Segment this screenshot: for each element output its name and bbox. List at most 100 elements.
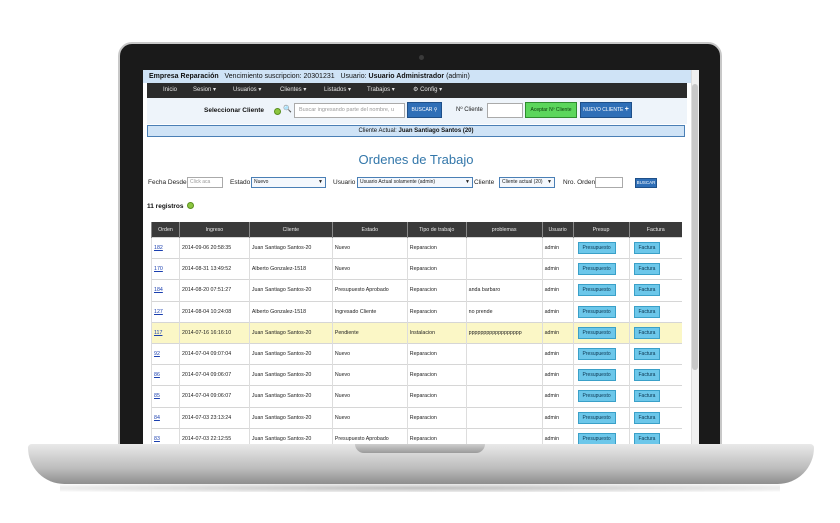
budget-button[interactable]: Presupuesto [577, 242, 616, 255]
invoice-button[interactable]: Factura [633, 284, 661, 297]
order-number-input[interactable] [595, 177, 623, 188]
cell-ingreso-text: 2014-07-03 22:12:55 [181, 435, 232, 442]
column-header[interactable]: Ingreso [178, 222, 250, 238]
budget-button[interactable]: Presupuesto [577, 263, 616, 276]
cell-usuario: admin [541, 236, 574, 259]
date-from-input[interactable]: Click aca [187, 177, 223, 188]
cell-estado-text: Ingresado Cliente [334, 308, 377, 315]
cell-orden: 84 [151, 406, 180, 429]
table-row: 127 2014-08-04 10:24:08 Alberto Gonzalez-1… [151, 300, 682, 323]
order-link[interactable]: 83 [154, 436, 160, 442]
order-link[interactable]: 86 [154, 372, 160, 378]
invoice-button[interactable]: Factura [633, 369, 661, 382]
user-role: (admin) [446, 73, 470, 80]
budget-button[interactable]: Presupuesto [577, 305, 616, 318]
date-from-label: Fecha Desde [148, 179, 187, 186]
column-header[interactable]: Factura [628, 222, 682, 238]
nav-item-inicio[interactable]: Inicio [163, 83, 177, 98]
filters-row: Fecha Desde Click aca Estado Nuevo ▼ Usua… [147, 175, 687, 191]
cell-factura: Factura [628, 300, 682, 323]
order-link[interactable]: 85 [154, 393, 160, 399]
column-header[interactable]: Cliente [248, 222, 333, 238]
budget-button[interactable]: Presupuesto [577, 432, 616, 444]
order-link[interactable]: 127 [154, 309, 163, 315]
cell-estado: Nuevo [331, 385, 408, 407]
invoice-button[interactable]: Factura [633, 390, 661, 403]
budget-button[interactable]: Presupuesto [577, 390, 616, 403]
cell-orden: 83 [151, 427, 180, 444]
order-link[interactable]: 84 [154, 415, 160, 421]
cell-estado: Presupuesto Aprobado [331, 427, 408, 444]
invoice-button[interactable]: Factura [633, 242, 661, 255]
cell-presup: Presupuesto [572, 385, 629, 407]
current-client-bar: Cliente Actual: Juan Santiago Santos (20… [147, 125, 685, 137]
invoice-button[interactable]: Factura [633, 263, 661, 276]
budget-button[interactable]: Presupuesto [577, 326, 616, 339]
cell-ingreso: 2014-08-31 13:49:52 [178, 258, 250, 280]
cell-usuario-text: admin [544, 351, 560, 358]
invoice-button[interactable]: Factura [633, 411, 661, 424]
scrollbar-thumb[interactable] [692, 84, 698, 370]
filter-search-button[interactable]: BUSCAR [635, 178, 657, 188]
cell-presup: Presupuesto [572, 342, 629, 365]
cell-ingreso-text: 2014-07-04 09:06:07 [181, 372, 232, 379]
nav-item-usuarios[interactable]: Usuarios ▾ [233, 83, 261, 98]
column-header[interactable]: Tipo de trabajo [406, 222, 467, 238]
user-name: Usuario Administrador [368, 73, 445, 80]
top-info-bar: Empresa Reparación Vencimiento suscripci… [143, 70, 699, 83]
nav-item-trabajos[interactable]: Trabajos ▾ [367, 83, 395, 98]
cell-ingreso: 2014-08-04 10:24:08 [178, 300, 250, 323]
order-link[interactable]: 184 [154, 287, 163, 293]
cell-tipo: Reparacion [406, 300, 467, 323]
cell-problemas-text: anda barbaro [468, 287, 501, 294]
main-navbar: Inicio Sesion ▾ Usuarios ▾ Clientes ▾ Li… [147, 83, 687, 98]
budget-button[interactable]: Presupuesto [577, 284, 616, 297]
user-label: Usuario: [340, 73, 367, 80]
table-row: 85 2014-07-04 09:06:07 Juan Santiago Santo… [151, 385, 682, 407]
cell-tipo: Reparacion [406, 342, 467, 365]
client-search-input[interactable]: Buscar ingresando parte del nombre, u [294, 103, 405, 118]
budget-button[interactable]: Presupuesto [577, 411, 616, 424]
nav-item-sesion[interactable]: Sesion ▾ [193, 83, 216, 98]
column-header[interactable]: Usuario [541, 222, 574, 238]
budget-button[interactable]: Presupuesto [577, 369, 616, 382]
order-link[interactable]: 170 [154, 266, 163, 272]
budget-button[interactable]: Presupuesto [577, 348, 616, 361]
cell-presup: Presupuesto [572, 258, 629, 280]
status-select[interactable]: Nuevo ▼ [251, 177, 326, 188]
search-button[interactable]: BUSCAR ⚲ [407, 102, 442, 118]
cell-factura: Factura [628, 279, 682, 302]
column-header[interactable]: Orden [151, 222, 180, 238]
cell-usuario-text: admin [544, 414, 560, 421]
column-header[interactable]: Presup [572, 222, 629, 238]
column-header[interactable]: Estado [331, 222, 408, 238]
cell-orden: 92 [151, 342, 180, 365]
invoice-button[interactable]: Factura [633, 348, 661, 361]
nav-item-clientes[interactable]: Clientes ▾ [280, 83, 306, 98]
client-filter-select[interactable]: Cliente actual (20) ▼ [499, 177, 555, 188]
cell-tipo-text: Instalacion [409, 329, 436, 336]
column-header[interactable]: problemas [465, 222, 543, 238]
nav-item-config[interactable]: ⚙ Config ▾ [413, 83, 442, 98]
chevron-down-icon: ▼ [465, 179, 470, 185]
invoice-button[interactable]: Factura [633, 326, 661, 339]
search-icon: ⚲ [433, 107, 438, 113]
invoice-button[interactable]: Factura [633, 305, 661, 318]
cell-factura: Factura [628, 236, 682, 259]
new-client-button[interactable]: NUEVO CLIENTE + [580, 102, 632, 118]
accept-client-number-button[interactable]: Aceptar Nº Cliente [525, 102, 577, 118]
invoice-button[interactable]: Factura [633, 432, 661, 444]
order-link[interactable]: 117 [154, 330, 162, 336]
cell-problemas [465, 364, 543, 386]
user-filter-select[interactable]: Usuario Actual solamente (admin) ▼ [357, 177, 473, 188]
cell-cliente-text: Alberto Gonzalez-1518 [251, 308, 307, 315]
nav-item-listados[interactable]: Listados ▾ [324, 83, 351, 98]
client-number-input[interactable] [487, 103, 523, 118]
table-row: 84 2014-07-03 23:13:24 Juan Santiago Santo… [151, 406, 682, 429]
cell-problemas: no prende [465, 300, 543, 323]
cell-ingreso: 2014-07-16 16:16:10 [178, 321, 250, 344]
order-link[interactable]: 92 [154, 351, 160, 357]
page-title: Ordenes de Trabajo [358, 152, 474, 167]
company-name: Empresa Reparación [149, 73, 219, 80]
order-link[interactable]: 182 [154, 245, 163, 251]
